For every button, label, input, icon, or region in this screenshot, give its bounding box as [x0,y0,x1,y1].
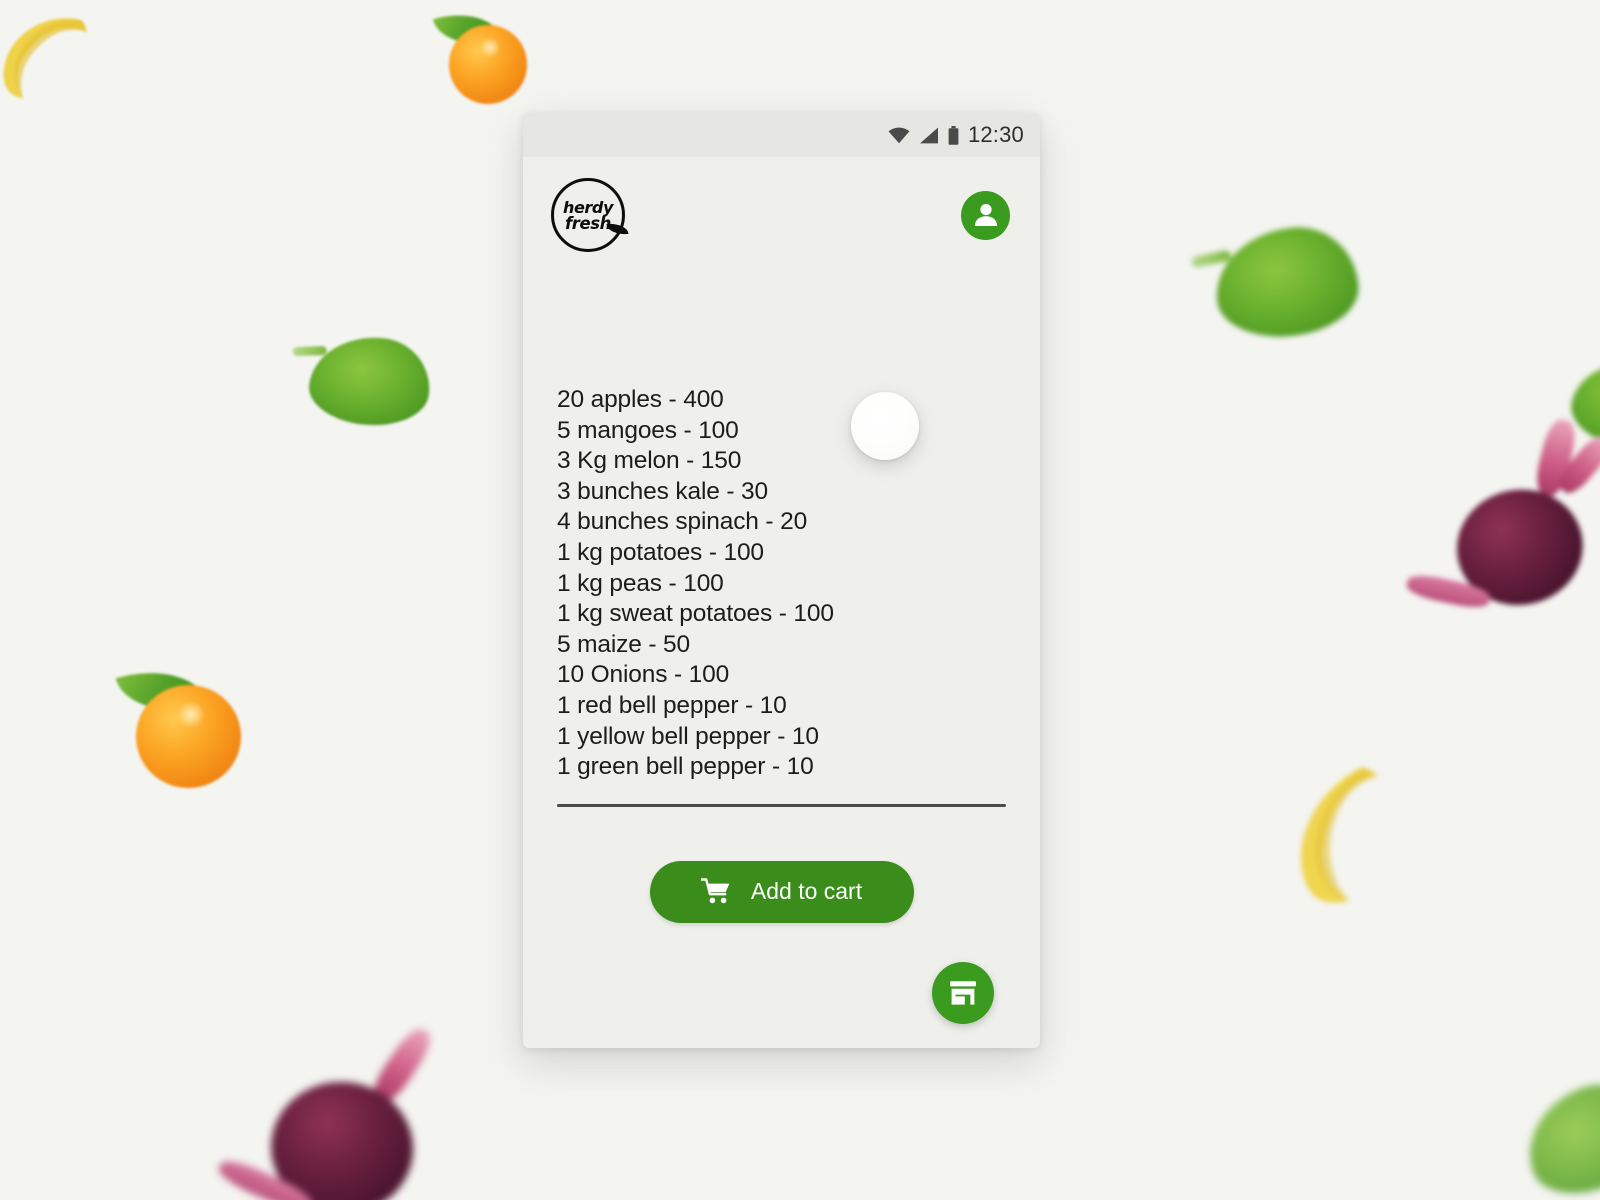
storefront-icon [950,981,976,1005]
app-bar: herdy fresh [523,157,1040,273]
spinach-leaf-decoration [1546,342,1600,463]
logo-line-2: fresh [564,213,612,233]
status-time: 12:30 [967,122,1024,147]
shopping-cart-icon [700,878,730,904]
list-item: 10 Onions - 100 [557,661,730,689]
list-item: 4 bunches spinach - 20 [557,508,808,536]
spinach-leaf-decoration [1490,1063,1600,1200]
spinach-leaf-decoration [285,323,435,437]
list-item: 20 apples - 400 [557,386,724,413]
status-icons [888,125,959,145]
account-avatar-icon [974,204,997,226]
orange-decoration [115,655,251,790]
add-to-cart-row: Add to cart [557,860,1006,923]
orange-decoration [433,2,535,106]
add-to-cart-label: Add to cart [750,878,863,905]
list-item: 5 maize - 50 [557,630,691,658]
list-item: 1 kg sweat potatoes - 100 [557,600,834,628]
status-bar: 12:30 [523,113,1040,157]
order-content: 20 apples - 400 5 mangoes - 100 3 Kg mel… [523,273,1040,1048]
logo-wordmark: herdy fresh [551,179,625,253]
store-fab-button[interactable] [932,962,994,1024]
list-item: 3 bunches kale - 30 [557,477,768,505]
beetroot-decoration [214,1023,480,1200]
account-avatar[interactable] [961,190,1010,240]
beetroot-decoration [1405,416,1600,638]
battery-icon [948,125,959,145]
list-item: 1 kg peas - 100 [557,569,724,597]
banana-decoration [1254,744,1430,920]
signal-icon [919,127,938,143]
herdy-fresh-logo[interactable]: herdy fresh [551,178,629,253]
list-item: 1 yellow bell pepper - 10 [557,722,819,750]
order-item-list: 20 apples - 400 5 mangoes - 100 3 Kg mel… [557,385,1006,783]
wifi-icon [888,127,910,143]
list-item: 1 red bell pepper - 10 [557,691,787,719]
list-item: 1 kg potatoes - 100 [557,538,764,566]
list-item: 5 mangoes - 100 [557,416,739,444]
list-divider [557,803,1006,807]
fab-row [557,962,1006,1048]
list-item: 1 green bell pepper - 10 [557,753,814,781]
phone-mockup: 12:30 herdy fresh 20 apples - 400 5 mang… [523,113,1040,1048]
banana-decoration [0,0,110,120]
touch-indicator[interactable] [851,392,919,460]
add-to-cart-button[interactable]: Add to cart [649,860,914,923]
spinach-leaf-decoration [1189,216,1362,349]
list-item: 3 Kg melon - 150 [557,447,742,475]
